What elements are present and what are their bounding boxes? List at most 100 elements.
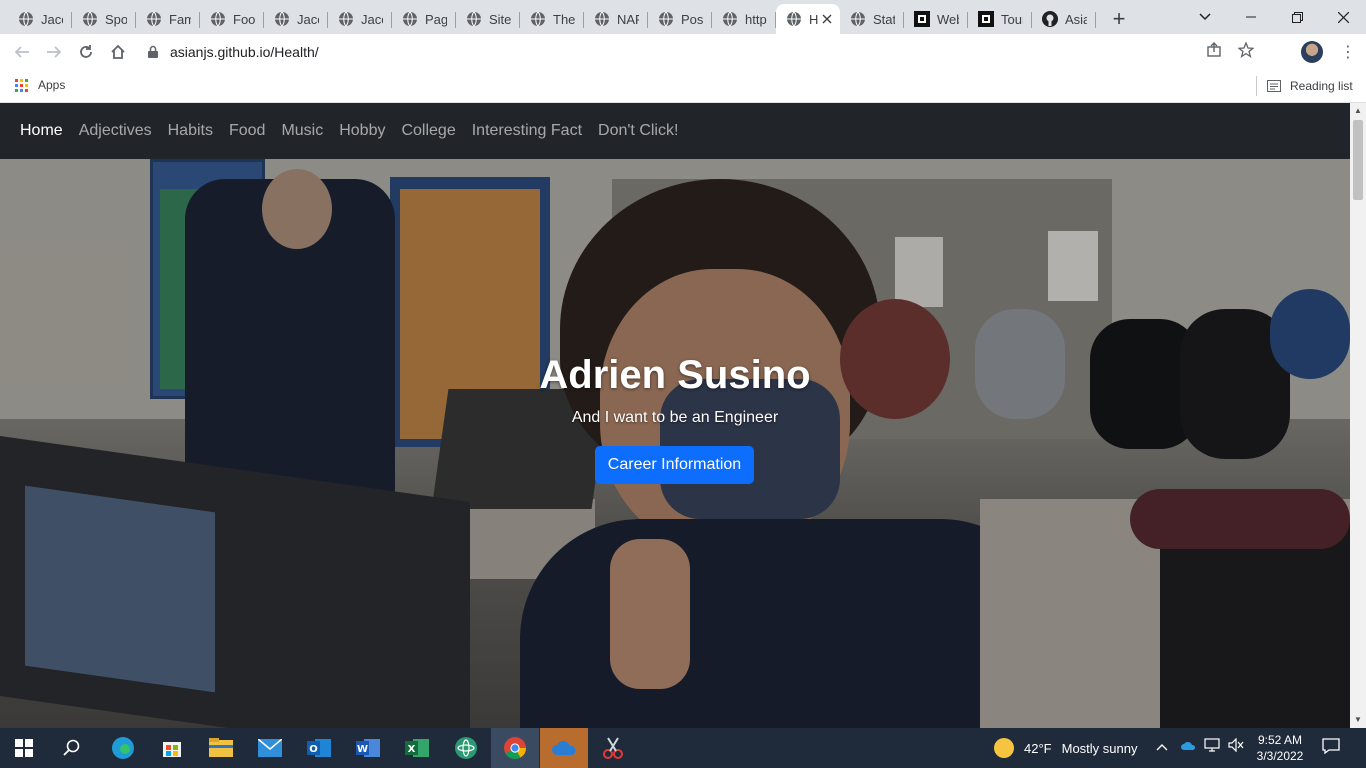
- onedrive-icon[interactable]: [549, 733, 579, 763]
- weather-condition: Mostly sunny: [1061, 740, 1138, 756]
- globe-icon: [210, 11, 226, 27]
- browser-tab[interactable]: State: [840, 4, 904, 34]
- atom-icon[interactable]: [451, 733, 481, 763]
- outlook-icon[interactable]: O: [304, 733, 334, 763]
- network-icon[interactable]: [1204, 738, 1220, 755]
- windows-start-icon[interactable]: [9, 733, 39, 763]
- hero-section: Adrien Susino And I want to be an Engine…: [0, 159, 1350, 728]
- tab-title: Web: [937, 11, 959, 27]
- forward-arrow-icon[interactable]: [42, 40, 66, 64]
- onedrive-tray-icon[interactable]: [1180, 739, 1196, 754]
- browser-tab[interactable]: Spo: [72, 4, 136, 34]
- nav-link-home[interactable]: Home: [20, 122, 63, 140]
- browser-tab-active[interactable]: H: [776, 4, 840, 34]
- globe-icon: [82, 11, 98, 27]
- url-text: asianjs.github.io/Health/: [170, 44, 319, 60]
- share-icon[interactable]: [1202, 38, 1226, 62]
- tab-title: The: [553, 11, 575, 27]
- nav-link-don-t-click[interactable]: Don't Click!: [598, 122, 678, 140]
- edge-icon[interactable]: [108, 733, 138, 763]
- reading-list-button[interactable]: Reading list: [1256, 76, 1353, 96]
- close-window-button[interactable]: [1320, 0, 1366, 34]
- file-explorer-icon[interactable]: [206, 733, 236, 763]
- weather-widget[interactable]: 42°F Mostly sunny: [994, 738, 1137, 758]
- globe-icon: [274, 11, 290, 27]
- browser-toolbar: asianjs.github.io/Health/ ⋮: [0, 34, 1366, 70]
- site-navbar: Home Adjectives Habits Food Music Hobby Colleg…: [0, 103, 1350, 159]
- browser-tab[interactable]: Tour: [968, 4, 1032, 34]
- windows-taskbar: O W X 42°F Mostly sunny 9:52 AM 3/3/2022: [0, 728, 1366, 768]
- nav-link-music[interactable]: Music: [281, 122, 323, 140]
- tab-title: Site: [489, 11, 511, 27]
- tab-title: Tour: [1001, 11, 1023, 27]
- tab-title: Spo: [105, 11, 127, 27]
- reload-icon[interactable]: [74, 40, 98, 64]
- close-tab-icon[interactable]: [822, 11, 832, 27]
- globe-icon: [722, 11, 738, 27]
- browser-tab[interactable]: Post: [648, 4, 712, 34]
- bookmark-star-icon[interactable]: [1234, 38, 1258, 62]
- browser-tab[interactable]: Site: [456, 4, 520, 34]
- minimize-button[interactable]: [1228, 0, 1274, 34]
- browser-tab[interactable]: Web: [904, 4, 968, 34]
- notifications-icon[interactable]: [1322, 738, 1340, 759]
- globe-icon: [786, 11, 802, 27]
- mail-icon[interactable]: [255, 733, 285, 763]
- lock-icon[interactable]: [146, 45, 160, 59]
- tab-title: Post: [681, 11, 703, 27]
- browser-tab[interactable]: http: [712, 4, 776, 34]
- globe-icon: [530, 11, 546, 27]
- profile-avatar[interactable]: [1301, 41, 1323, 63]
- globe-icon: [466, 11, 482, 27]
- browser-tab[interactable]: NAP: [584, 4, 648, 34]
- menu-kebab-icon[interactable]: ⋮: [1340, 42, 1356, 62]
- volume-muted-icon[interactable]: [1228, 737, 1244, 755]
- apps-shortcut[interactable]: Apps: [15, 78, 65, 92]
- browser-tab[interactable]: The: [520, 4, 584, 34]
- nav-link-food[interactable]: Food: [229, 122, 265, 140]
- tab-search-icon[interactable]: [1182, 0, 1228, 34]
- home-icon[interactable]: [106, 40, 130, 64]
- tab-title: http: [745, 11, 767, 27]
- search-icon[interactable]: [57, 733, 87, 763]
- system-tray: [1156, 737, 1244, 755]
- browser-tab[interactable]: Asia: [1032, 4, 1096, 34]
- nav-link-adjectives[interactable]: Adjectives: [79, 122, 152, 140]
- new-tab-button[interactable]: +: [1108, 6, 1130, 32]
- excel-icon[interactable]: X: [402, 733, 432, 763]
- microsoft-store-icon[interactable]: [157, 733, 187, 763]
- chrome-icon[interactable]: [500, 733, 530, 763]
- restore-button[interactable]: [1274, 0, 1320, 34]
- browser-tab[interactable]: Jaco: [264, 4, 328, 34]
- tab-title: Jaco: [361, 11, 383, 27]
- apps-grid-icon: [15, 78, 28, 92]
- snipping-tool-icon[interactable]: [598, 733, 628, 763]
- taskbar-clock[interactable]: 9:52 AM 3/3/2022: [1250, 732, 1310, 764]
- browser-tab[interactable]: Page: [392, 4, 456, 34]
- globe-icon: [18, 11, 34, 27]
- nav-link-interesting-fact[interactable]: Interesting Fact: [472, 122, 582, 140]
- nav-link-college[interactable]: College: [401, 122, 455, 140]
- tray-chevron-up-icon[interactable]: [1156, 739, 1168, 754]
- page-scrollbar[interactable]: ▲ ▼: [1350, 103, 1366, 728]
- tab-title: Foo: [233, 11, 255, 27]
- nav-link-hobby[interactable]: Hobby: [339, 122, 385, 140]
- globe-icon: [850, 11, 866, 27]
- scroll-down-arrow-icon[interactable]: ▼: [1350, 712, 1366, 728]
- browser-tab[interactable]: Foo: [200, 4, 264, 34]
- tab-strip: Jaco Spo Fam Foo Jaco Jaco Page Site The NAP Post h…: [0, 0, 1366, 34]
- tab-title: NAP: [617, 11, 639, 27]
- svg-text:X: X: [408, 744, 416, 755]
- browser-tab[interactable]: Jaco: [328, 4, 392, 34]
- career-information-button[interactable]: Career Information: [595, 446, 754, 484]
- browser-tab[interactable]: Jaco: [8, 4, 72, 34]
- back-arrow-icon[interactable]: [10, 40, 34, 64]
- address-bar[interactable]: asianjs.github.io/Health/: [140, 38, 1290, 66]
- scroll-up-arrow-icon[interactable]: ▲: [1350, 103, 1366, 119]
- reading-list-label: Reading list: [1290, 79, 1353, 93]
- nav-link-habits[interactable]: Habits: [168, 122, 213, 140]
- browser-tab[interactable]: Fam: [136, 4, 200, 34]
- black-square-icon: [914, 11, 930, 27]
- word-icon[interactable]: W: [353, 733, 383, 763]
- scroll-thumb[interactable]: [1353, 120, 1363, 200]
